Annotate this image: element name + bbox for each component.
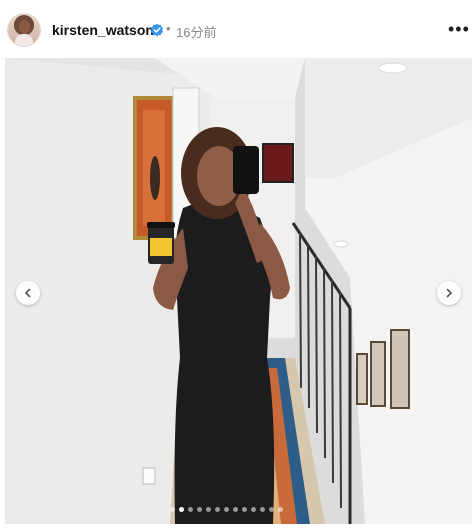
carousel-pagination-dots — [170, 505, 283, 513]
carousel-dot — [224, 506, 229, 512]
carousel-prev-button[interactable] — [16, 281, 40, 305]
separator-dot: • — [166, 21, 171, 36]
carousel-dot — [269, 506, 274, 512]
carousel-dot — [215, 506, 220, 512]
chevron-right-icon — [446, 288, 453, 298]
hallway-selfie-image — [5, 58, 472, 524]
carousel-dot — [260, 506, 265, 512]
username-link[interactable]: kirsten_watson — [52, 22, 154, 38]
instagram-post: kirsten_watson • 16分前 ••• — [0, 0, 476, 531]
post-header: kirsten_watson • 16分前 ••• — [0, 0, 476, 58]
avatar[interactable] — [8, 14, 40, 46]
more-options-icon[interactable]: ••• — [448, 20, 470, 38]
avatar-face — [19, 20, 30, 34]
chevron-left-icon — [24, 288, 31, 298]
carousel-dot — [242, 506, 247, 512]
post-photo[interactable] — [5, 58, 472, 524]
carousel-dot — [233, 506, 238, 512]
carousel-dot — [179, 506, 184, 512]
post-timestamp[interactable]: 16分前 — [176, 22, 216, 41]
carousel-dot — [278, 506, 283, 512]
carousel-next-button[interactable] — [437, 281, 461, 305]
carousel-dot — [251, 506, 256, 512]
verified-badge-icon — [150, 23, 164, 37]
carousel-dot — [170, 506, 175, 512]
avatar-body — [15, 34, 33, 46]
carousel-dot — [188, 506, 193, 512]
carousel-dot — [197, 506, 202, 512]
carousel-dot — [206, 506, 211, 512]
